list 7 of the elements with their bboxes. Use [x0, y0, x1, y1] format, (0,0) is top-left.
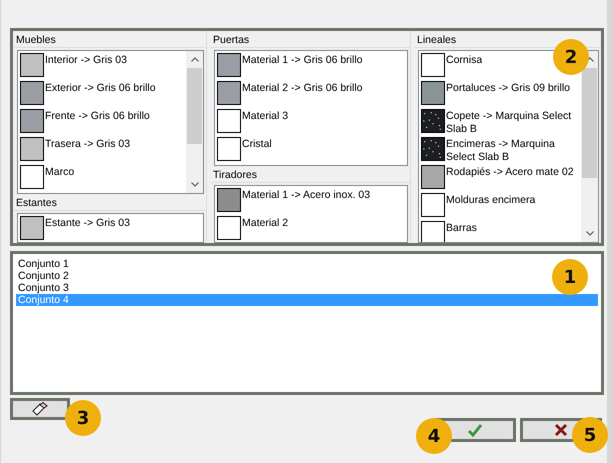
callout-tooltip: 3 — [65, 400, 101, 436]
callout-tooltip: 4 — [416, 418, 452, 454]
group-title: Estantes — [14, 197, 206, 211]
group-title: Muebles — [14, 34, 206, 48]
group-title: Puertas — [211, 34, 410, 48]
group-title: Tiradores — [211, 169, 410, 183]
callout-tooltip: 5 — [572, 417, 608, 453]
